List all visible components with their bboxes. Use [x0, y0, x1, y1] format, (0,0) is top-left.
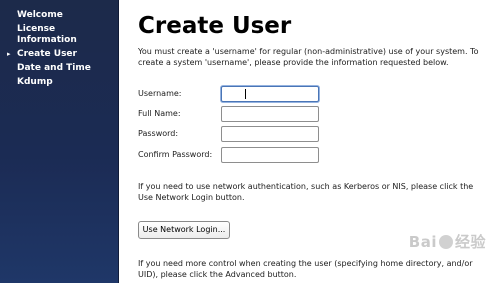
- username-field[interactable]: [221, 86, 319, 102]
- step-label: Kdump: [17, 77, 53, 87]
- step-date-and-time: Date and Time: [0, 63, 119, 74]
- watermark-left-text: Bai: [408, 233, 437, 251]
- create-user-panel: Create User You must create a 'username'…: [119, 0, 500, 283]
- current-step-arrow-icon: ▸: [7, 50, 11, 58]
- confirm-password-label: Confirm Password:: [138, 150, 213, 159]
- firstboot-sidebar: Welcome License Information ▸ Create Use…: [0, 0, 119, 283]
- password-label: Password:: [138, 129, 179, 138]
- full-name-field[interactable]: [221, 106, 319, 122]
- advanced-text: If you need more control when creating t…: [138, 259, 473, 279]
- step-label: Welcome: [17, 10, 63, 20]
- step-label: License Information: [17, 24, 77, 45]
- use-network-login-button[interactable]: Use Network Login...: [138, 221, 230, 239]
- network-login-text: If you need to use network authenticatio…: [138, 182, 474, 202]
- confirm-password-field[interactable]: [221, 147, 319, 163]
- page-title: Create User: [138, 13, 292, 39]
- username-row: Username:: [138, 86, 319, 102]
- paw-icon: [438, 235, 453, 249]
- step-license-information: License Information: [0, 24, 119, 46]
- step-label: Date and Time: [17, 63, 91, 73]
- watermark: Bai 经验: [409, 234, 486, 251]
- step-kdump: Kdump: [0, 77, 119, 88]
- password-row: Password:: [138, 126, 319, 142]
- username-label: Username:: [138, 89, 182, 98]
- step-create-user: ▸ Create User: [0, 49, 119, 60]
- full-name-row: Full Name:: [138, 106, 319, 122]
- confirm-password-row: Confirm Password:: [138, 147, 319, 163]
- step-label: Create User: [17, 49, 77, 59]
- password-field[interactable]: [221, 126, 319, 142]
- intro-text: You must create a 'username' for regular…: [138, 47, 479, 67]
- watermark-right-text: 经验: [454, 233, 486, 251]
- steps-list: Welcome License Information ▸ Create Use…: [0, 10, 119, 91]
- full-name-label: Full Name:: [138, 109, 181, 118]
- text-cursor: [245, 89, 246, 99]
- step-welcome: Welcome: [0, 10, 119, 21]
